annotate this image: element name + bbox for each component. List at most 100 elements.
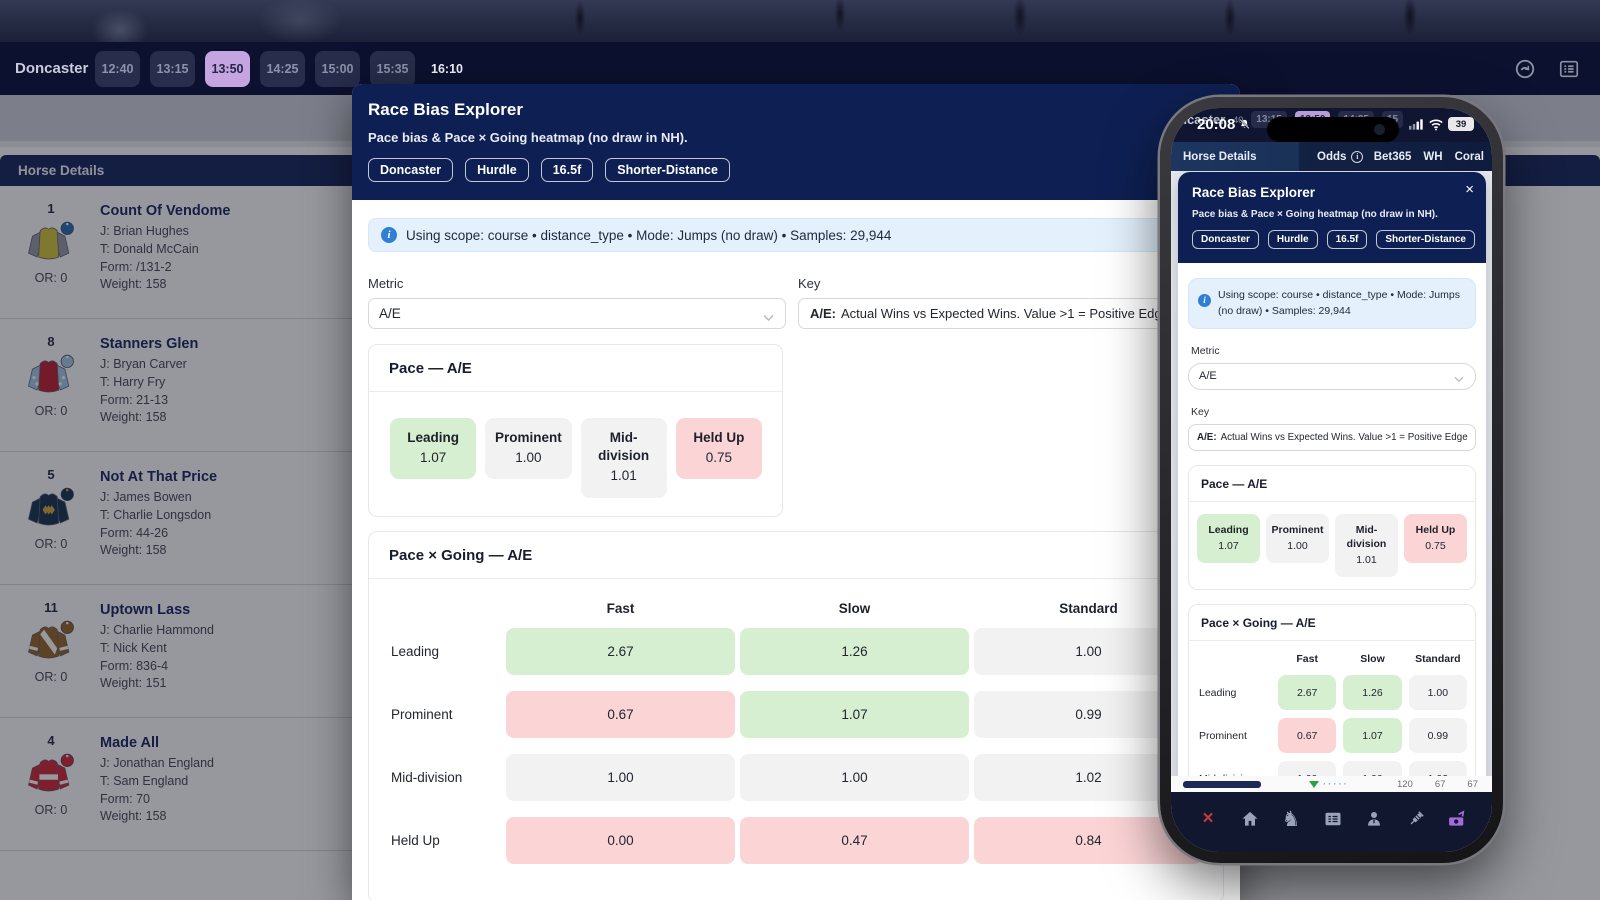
heatmap-cell: 1.07 xyxy=(1343,718,1401,753)
tile-label: Leading xyxy=(395,429,471,447)
bookmaker-bet365[interactable]: Bet365 xyxy=(1374,151,1412,163)
heatmap-row-prominent: Prominent0.671.070.99 xyxy=(391,691,1203,738)
time-tab-15-35[interactable]: 15:35 xyxy=(370,51,415,87)
heatmap-cell: 0.00 xyxy=(506,817,735,864)
modal-subtitle: Pace bias & Pace × Going heatmap (no dra… xyxy=(368,130,1224,145)
race-bias-modal: Race Bias Explorer Pace bias & Pace × Go… xyxy=(352,84,1240,900)
info-icon: i xyxy=(381,227,397,243)
phone-modal-subtitle: Pace bias & Pace × Going heatmap (no dra… xyxy=(1192,209,1474,220)
heatmap-cell: 0.47 xyxy=(740,817,969,864)
close-icon[interactable]: × xyxy=(1197,808,1219,830)
scope-note: Using scope: course • distance_type • Mo… xyxy=(406,228,891,243)
dynamic-island xyxy=(1267,117,1399,142)
phone-metric-value: A/E xyxy=(1199,370,1217,382)
tile-label: Held Up xyxy=(1406,523,1465,537)
pace-tiles: Leading1.07 Prominent 1.00 Mid-division1.01… xyxy=(369,392,782,516)
tile-value: 1.07 xyxy=(1199,539,1258,553)
phone-metric-select[interactable]: A/E xyxy=(1188,363,1476,390)
camera-dot xyxy=(1374,124,1385,135)
heatmap-card-title: Pace × Going — A/E xyxy=(369,532,1223,578)
heatmap-rows: Leading2.671.261.00Prominent0.671.070.99… xyxy=(1199,675,1467,776)
hero-photo xyxy=(0,0,1600,42)
bookmaker-wh[interactable]: WH xyxy=(1423,151,1442,163)
phone-bookmakers: Bet365 WH Coral xyxy=(1374,151,1492,163)
tag-doncaster[interactable]: Doncaster xyxy=(1192,230,1259,249)
bookmaker-coral[interactable]: Coral xyxy=(1455,151,1484,163)
tile-label: Prominent xyxy=(1268,523,1327,537)
metric-label: Metric xyxy=(368,276,786,291)
tile-value: 1.00 xyxy=(490,449,566,467)
phone-pace-card: Pace — A/E Leading1.07Prominent1.00Mid-d… xyxy=(1188,465,1476,591)
heatmap-cell: 1.00 xyxy=(506,754,735,801)
jockey-icon[interactable] xyxy=(1363,808,1385,830)
phone-clock: 20:08 xyxy=(1197,116,1251,133)
heatmap-cell: 1.00 xyxy=(740,754,969,801)
strip-number: 67 xyxy=(1467,779,1478,790)
strip-number: 120 xyxy=(1397,779,1413,790)
tile-label: Prominent xyxy=(490,429,566,447)
phone-tab-odds[interactable]: Odds i xyxy=(1317,151,1363,163)
heatmap-col-slow: Slow xyxy=(1343,653,1401,665)
heatmap-cell: 1.26 xyxy=(740,628,969,675)
tile-label: Mid-division xyxy=(586,429,662,465)
phone-tab-horse-details[interactable]: Horse Details xyxy=(1171,142,1299,171)
betting-icon[interactable] xyxy=(1446,808,1468,830)
pace-tile-mid-division: Mid-division1.01 xyxy=(581,418,667,498)
time-tab-15-00[interactable]: 15:00 xyxy=(315,51,360,87)
pace-tile-prominent: Prominent 1.00 xyxy=(485,418,571,479)
heatmap-cell: 0.67 xyxy=(506,691,735,738)
pace-tile-leading: Leading1.07 xyxy=(390,418,476,479)
phone-heatmap-title: Pace × Going — A/E xyxy=(1189,605,1475,640)
close-icon[interactable]: × xyxy=(1465,182,1474,197)
heatmap-rows: Leading2.671.261.00Prominent0.671.070.99… xyxy=(391,628,1203,864)
phone-heatmap-table: FastSlowStandardLeading2.671.261.00Promi… xyxy=(1189,641,1475,776)
phone-modal-title: Race Bias Explorer xyxy=(1192,185,1474,200)
heatmap-table: FastSlowStandardLeading2.671.261.00Promi… xyxy=(369,579,1223,900)
phone-screen: ncaster4013:1513:5014:2515 20:08 xyxy=(1171,108,1492,852)
time-tab-13-15[interactable]: 13:15 xyxy=(150,51,195,87)
phone-race-bias-modal: × Race Bias Explorer Pace bias & Pace × … xyxy=(1178,172,1486,776)
heatmap-row-leading: Leading2.671.261.00 xyxy=(391,628,1203,675)
modal-tags: Doncaster Hurdle 16.5f Shorter-Distance xyxy=(368,158,1224,182)
tile-value: 0.75 xyxy=(1406,539,1465,553)
app-root: Doncaster 12:40 13:15 13:50 14:25 15:00 15:35… xyxy=(0,0,1600,900)
tag-hurdle[interactable]: Hurdle xyxy=(465,158,529,182)
tag-shorter-distance[interactable]: Shorter-Distance xyxy=(605,158,730,182)
time-tab-14-25[interactable]: 14:25 xyxy=(260,51,305,87)
phone-scope-banner: i Using scope: course • distance_type • … xyxy=(1188,278,1476,329)
heatmap-row-held-up: Held Up0.000.470.84 xyxy=(391,817,1203,864)
home-icon[interactable] xyxy=(1239,808,1261,830)
form-icon[interactable] xyxy=(1405,808,1427,830)
key-text: Actual Wins vs Expected Wins. Value >1 =… xyxy=(1221,432,1468,443)
heatmap-row-label: Mid-division xyxy=(391,770,501,785)
tag-16.5f[interactable]: 16.5f xyxy=(1327,230,1368,249)
menu-icon[interactable] xyxy=(1558,58,1580,80)
tag-doncaster[interactable]: Doncaster xyxy=(368,158,453,182)
phone-key-box: A/E: Actual Wins vs Expected Wins. Value… xyxy=(1188,424,1476,451)
time-tab-12-40[interactable]: 12:40 xyxy=(95,51,140,87)
time-tab-13-50[interactable]: 13:50 xyxy=(205,51,250,87)
phone-modal-tags: Doncaster Hurdle 16.5f Shorter-Distance xyxy=(1192,230,1474,249)
metric-select[interactable]: A/E xyxy=(368,298,786,329)
racecard-icon[interactable] xyxy=(1322,808,1344,830)
time-tab-16-10[interactable]: 16:10 xyxy=(425,51,469,87)
heatmap-cell: 1.26 xyxy=(1343,675,1401,710)
horse-icon[interactable]: ♞ xyxy=(1280,808,1302,830)
phone-pace-tiles: Leading1.07Prominent1.00Mid-division1.01… xyxy=(1189,502,1475,590)
phone-content: × Race Bias Explorer Pace bias & Pace × … xyxy=(1171,171,1492,776)
heatmap-row-label: Leading xyxy=(391,644,501,659)
strip-numbers: 1206767 xyxy=(1397,779,1492,790)
phone-tabbar: Horse Details Odds i Bet365 WH Coral xyxy=(1171,142,1492,171)
heatmap-cell: 0.67 xyxy=(1278,718,1336,753)
heatmap-col-slow: Slow xyxy=(740,601,969,616)
phone-heatmap-card: Pace × Going — A/E FastSlowStandardLeadi… xyxy=(1188,604,1476,776)
heatmap-cell: 1.07 xyxy=(740,691,969,738)
wifi-icon xyxy=(1428,118,1444,131)
heatmap-row-label: Prominent xyxy=(391,707,501,722)
tag-hurdle[interactable]: Hurdle xyxy=(1268,230,1318,249)
share-icon[interactable] xyxy=(1514,58,1536,80)
tag-16.5f[interactable]: 16.5f xyxy=(541,158,594,182)
chevron-down-icon xyxy=(1454,374,1464,386)
phone-statusbar: ncaster4013:1513:5014:2515 20:08 xyxy=(1171,108,1492,142)
tag-shorter-distance[interactable]: Shorter-Distance xyxy=(1376,230,1475,249)
